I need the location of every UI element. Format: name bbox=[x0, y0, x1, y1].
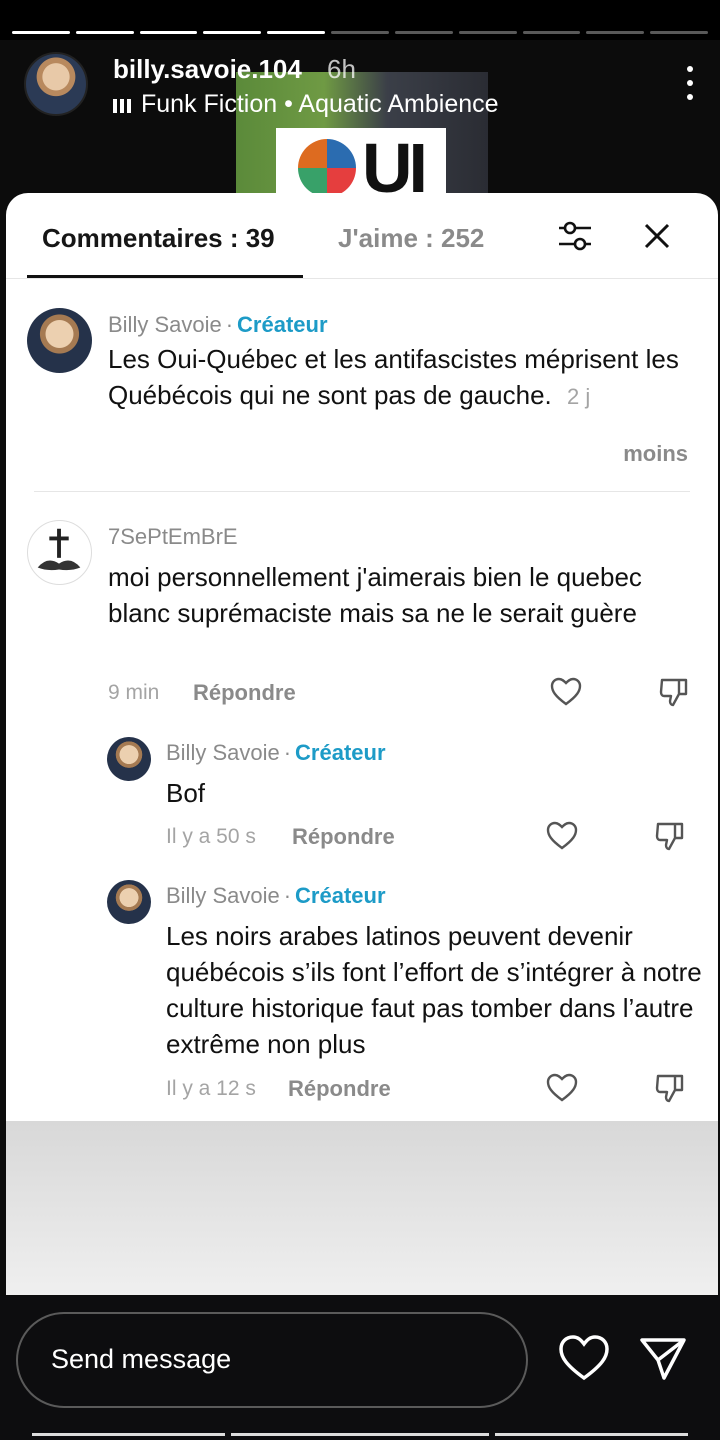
story-progress bbox=[12, 31, 708, 35]
comments-panel: Commentaires : 39 J'aime : 252 Billy Sav… bbox=[6, 193, 718, 1295]
oui-quebec-logo: UI bbox=[276, 128, 446, 202]
filter-icon[interactable] bbox=[557, 219, 593, 253]
author-name[interactable]: Billy Savoie bbox=[166, 740, 280, 765]
comment-body: Les Oui-Québec et les antifascistes mépr… bbox=[108, 344, 679, 410]
comment-author: 7SePtEmBrE bbox=[108, 524, 238, 550]
author-name[interactable]: Billy Savoie bbox=[166, 883, 280, 908]
logo-text: UI bbox=[362, 129, 428, 202]
comment-text: Les Oui-Québec et les antifascistes mépr… bbox=[108, 341, 698, 415]
avatar[interactable] bbox=[24, 52, 88, 116]
avatar[interactable] bbox=[107, 880, 151, 924]
dislike-icon[interactable] bbox=[654, 821, 686, 851]
progress-segment bbox=[331, 31, 389, 34]
progress-segment bbox=[267, 31, 326, 34]
progress-segment bbox=[203, 31, 262, 34]
comment-author: Billy Savoie · Créateur bbox=[166, 883, 386, 908]
more-options-icon[interactable] bbox=[684, 66, 696, 100]
send-message-placeholder: Send message bbox=[51, 1344, 232, 1374]
comment-body: moi personnellement j'aimerais bien le q… bbox=[108, 562, 642, 628]
home-indicator bbox=[32, 1433, 688, 1437]
tab-likes[interactable]: J'aime : 252 bbox=[338, 223, 484, 254]
heart-icon[interactable] bbox=[546, 821, 578, 851]
dislike-icon[interactable] bbox=[658, 677, 690, 707]
progress-segment bbox=[75, 31, 134, 34]
reply-button[interactable]: Répondre bbox=[288, 1076, 391, 1102]
reply-button[interactable]: Répondre bbox=[292, 824, 395, 850]
music-label[interactable]: Funk Fiction • Aquatic Ambience bbox=[113, 90, 499, 119]
send-icon[interactable] bbox=[638, 1336, 688, 1382]
story-header: billy.savoie.104 6h Funk Fiction • Aquat… bbox=[24, 52, 696, 120]
tab-comments[interactable]: Commentaires : 39 bbox=[42, 223, 275, 254]
creator-badge: Créateur bbox=[295, 883, 386, 908]
show-less-link[interactable]: moins bbox=[623, 441, 688, 467]
dislike-icon[interactable] bbox=[654, 1073, 686, 1103]
music-bars-icon bbox=[113, 97, 131, 113]
progress-segment bbox=[12, 31, 70, 34]
avatar[interactable] bbox=[107, 737, 151, 781]
time-ago: 6h bbox=[327, 54, 356, 84]
avatar[interactable] bbox=[27, 308, 92, 373]
comment-time: 2 j bbox=[567, 384, 591, 409]
music-title: Funk Fiction • Aquatic Ambience bbox=[141, 90, 499, 118]
panel-fade-area bbox=[6, 1121, 718, 1295]
progress-segment bbox=[394, 31, 453, 34]
progress-segment bbox=[522, 31, 581, 34]
progress-segment bbox=[650, 31, 708, 34]
comment-body: Les noirs arabes latinos peuvent devenir… bbox=[166, 921, 702, 1059]
creator-badge: Créateur bbox=[237, 312, 328, 337]
comment-time: 9 min bbox=[108, 681, 160, 704]
like-story-heart-icon[interactable] bbox=[558, 1334, 610, 1382]
progress-segment bbox=[458, 31, 517, 34]
author-name[interactable]: 7SePtEmBrE bbox=[108, 524, 238, 549]
heart-icon[interactable] bbox=[550, 677, 582, 707]
username[interactable]: billy.savoie.104 bbox=[113, 54, 302, 85]
comment-time: Il y a 12 s bbox=[166, 1077, 256, 1100]
avatar[interactable] bbox=[27, 520, 92, 585]
comment-author: Billy Savoie · Créateur bbox=[108, 312, 328, 337]
send-message-input[interactable]: Send message bbox=[16, 1312, 528, 1408]
divider bbox=[34, 491, 690, 492]
close-icon[interactable] bbox=[642, 221, 672, 251]
bottom-bar: Send message bbox=[0, 1296, 720, 1440]
comment-author: Billy Savoie · Créateur bbox=[166, 740, 386, 765]
fleur-de-lis-mark bbox=[298, 139, 356, 197]
progress-segment bbox=[139, 31, 198, 34]
active-tab-indicator bbox=[27, 275, 303, 278]
comment-time: Il y a 50 s bbox=[166, 825, 256, 848]
progress-segment bbox=[586, 31, 645, 34]
comments-tabs: Commentaires : 39 J'aime : 252 bbox=[6, 193, 718, 279]
creator-badge: Créateur bbox=[295, 740, 386, 765]
heart-icon[interactable] bbox=[546, 1073, 578, 1103]
comment-body: Bof bbox=[166, 778, 206, 808]
author-name[interactable]: Billy Savoie bbox=[108, 312, 222, 337]
reply-button[interactable]: Répondre bbox=[193, 680, 296, 706]
